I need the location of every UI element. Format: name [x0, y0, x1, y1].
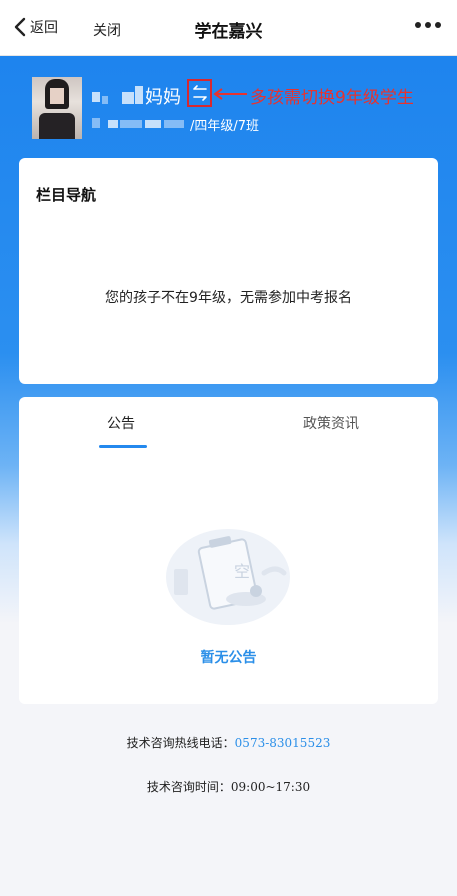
empty-state-text: 暂无公告: [200, 650, 257, 666]
hotline-number-link[interactable]: 0573-83015523: [235, 736, 331, 750]
service-hours-row: 技术咨询时间：09:00~17:30: [0, 778, 457, 795]
tab-policy-news[interactable]: 政策资讯: [303, 413, 359, 433]
tab-announcements[interactable]: 公告: [107, 413, 135, 433]
annotation-text: 多孩需切换9年级学生: [250, 88, 414, 108]
redacted-school: [92, 118, 100, 128]
avatar-face: [50, 88, 64, 104]
redacted-name: [92, 92, 100, 102]
redacted-school: [108, 120, 118, 128]
active-tab-indicator: [99, 445, 147, 448]
section-nav-title: 栏目导航: [36, 186, 97, 204]
more-dot-icon: [435, 22, 441, 28]
section-nav-card: 栏目导航 您的孩子不在9年级，无需参加中考报名: [19, 158, 438, 384]
switch-child-button[interactable]: [187, 79, 212, 107]
switch-arrows-icon: [192, 85, 207, 101]
hours-value: 09:00~17:30: [230, 780, 311, 794]
hotline-row: 技术咨询热线电话：0573-83015523: [0, 734, 457, 751]
avatar-body: [39, 113, 75, 139]
redacted-name: [135, 86, 143, 104]
announcement-card: 公告 政策资讯 空 暂无公告: [19, 397, 438, 704]
empty-illus-char: 空: [234, 562, 250, 581]
redacted-name: [102, 96, 108, 104]
hours-label: 技术咨询时间：: [146, 780, 231, 794]
grade-class-label: /四年级/7班: [190, 119, 260, 134]
parent-name: 妈妈: [145, 87, 181, 108]
annotation-arrow-icon: [213, 88, 247, 100]
more-dot-icon: [415, 22, 421, 28]
redacted-school: [164, 120, 184, 128]
hotline-label: 技术咨询热线电话：: [126, 736, 235, 750]
more-menu-button[interactable]: [415, 22, 441, 28]
more-dot-icon: [425, 22, 431, 28]
empty-clipboard-icon: 空: [166, 529, 290, 625]
redacted-school: [120, 120, 142, 128]
not-eligible-message: 您的孩子不在9年级，无需参加中考报名: [105, 290, 352, 306]
page-title: 学在嘉兴: [194, 22, 263, 42]
redacted-name: [122, 92, 134, 104]
top-nav-bar: 返回 关闭 学在嘉兴: [0, 0, 457, 56]
redacted-school: [145, 120, 161, 128]
avatar: [32, 77, 82, 139]
